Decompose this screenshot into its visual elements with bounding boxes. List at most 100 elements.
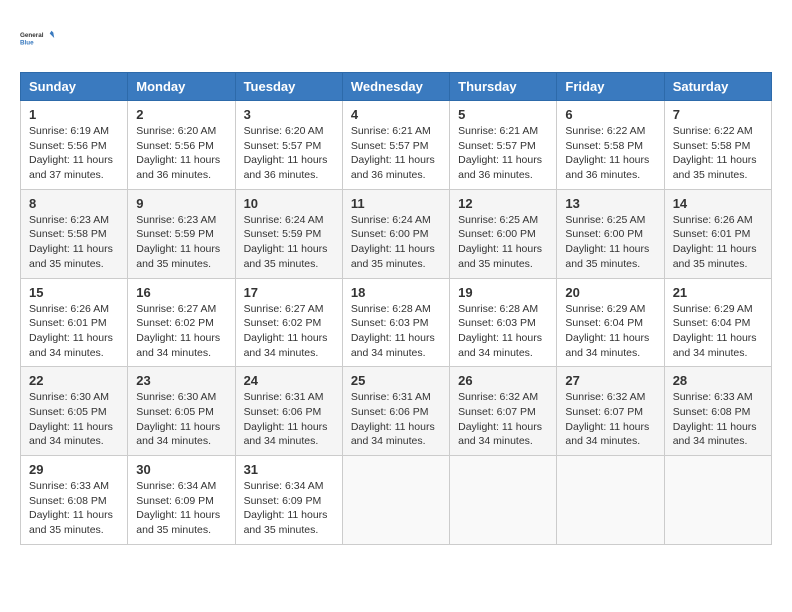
day-number: 5	[458, 107, 548, 122]
weekday-header-thursday: Thursday	[450, 73, 557, 101]
calendar-cell: 5 Sunrise: 6:21 AMSunset: 5:57 PMDaylight…	[450, 101, 557, 190]
weekday-header-monday: Monday	[128, 73, 235, 101]
calendar-cell: 1 Sunrise: 6:19 AMSunset: 5:56 PMDaylight…	[21, 101, 128, 190]
day-number: 3	[244, 107, 334, 122]
calendar-cell: 23Sunrise: 6:30 AMSunset: 6:05 PMDayligh…	[128, 367, 235, 456]
day-number: 10	[244, 196, 334, 211]
calendar-cell: 6Sunrise: 6:22 AMSunset: 5:58 PMDaylight…	[557, 101, 664, 190]
day-info: Sunrise: 6:34 AMSunset: 6:09 PMDaylight:…	[244, 479, 334, 538]
calendar-cell: 22 Sunrise: 6:30 AMSunset: 6:05 PMDayligh…	[21, 367, 128, 456]
calendar-cell: 25 Sunrise: 6:31 AMSunset: 6:06 PMDayligh…	[342, 367, 449, 456]
day-number: 8	[29, 196, 119, 211]
calendar-cell: 31 Sunrise: 6:34 AMSunset: 6:09 PMDayligh…	[235, 456, 342, 545]
svg-text:General: General	[20, 32, 44, 39]
calendar-header-row: SundayMondayTuesdayWednesdayThursdayFrid…	[21, 73, 772, 101]
day-info: Sunrise: 6:21 AMSunset: 5:57 PMDaylight:…	[458, 124, 548, 183]
day-number: 26	[458, 373, 548, 388]
day-number: 29	[29, 462, 119, 477]
calendar-cell: 26 Sunrise: 6:32 AMSunset: 6:07 PMDayligh…	[450, 367, 557, 456]
day-info: Sunrise: 6:27 AMSunset: 6:02 PMDaylight:…	[244, 302, 334, 361]
day-info: Sunrise: 6:34 AMSunset: 6:09 PMDaylight:…	[136, 479, 226, 538]
day-number: 31	[244, 462, 334, 477]
day-number: 2	[136, 107, 226, 122]
logo: General Blue	[20, 20, 56, 56]
day-info: Sunrise: 6:29 AMSunset: 6:04 PMDaylight:…	[673, 302, 763, 361]
day-number: 27	[565, 373, 655, 388]
day-number: 7	[673, 107, 763, 122]
calendar-cell: 20 Sunrise: 6:29 AMSunset: 6:04 PMDayligh…	[557, 278, 664, 367]
day-info: Sunrise: 6:32 AMSunset: 6:07 PMDaylight:…	[565, 390, 655, 449]
day-info: Sunrise: 6:28 AMSunset: 6:03 PMDaylight:…	[458, 302, 548, 361]
calendar-cell: 7 Sunrise: 6:22 AMSunset: 5:58 PMDaylight…	[664, 101, 771, 190]
calendar-cell: 13 Sunrise: 6:25 AMSunset: 6:00 PMDayligh…	[557, 189, 664, 278]
day-number: 30	[136, 462, 226, 477]
calendar-cell	[342, 456, 449, 545]
calendar-cell: 16 Sunrise: 6:27 AMSunset: 6:02 PMDayligh…	[128, 278, 235, 367]
day-info: Sunrise: 6:23 AMSunset: 5:58 PMDaylight:…	[29, 213, 119, 272]
calendar-week-4: 22 Sunrise: 6:30 AMSunset: 6:05 PMDayligh…	[21, 367, 772, 456]
logo-icon: General Blue	[20, 20, 56, 56]
day-number: 15	[29, 285, 119, 300]
day-number: 25	[351, 373, 441, 388]
calendar-table: SundayMondayTuesdayWednesdayThursdayFrid…	[20, 72, 772, 545]
weekday-header-sunday: Sunday	[21, 73, 128, 101]
day-number: 22	[29, 373, 119, 388]
day-number: 13	[565, 196, 655, 211]
day-info: Sunrise: 6:27 AMSunset: 6:02 PMDaylight:…	[136, 302, 226, 361]
calendar-week-3: 15Sunrise: 6:26 AMSunset: 6:01 PMDayligh…	[21, 278, 772, 367]
day-number: 16	[136, 285, 226, 300]
calendar-week-2: 8 Sunrise: 6:23 AMSunset: 5:58 PMDaylight…	[21, 189, 772, 278]
day-number: 9	[136, 196, 226, 211]
day-info: Sunrise: 6:26 AMSunset: 6:01 PMDaylight:…	[673, 213, 763, 272]
day-number: 18	[351, 285, 441, 300]
day-info: Sunrise: 6:28 AMSunset: 6:03 PMDaylight:…	[351, 302, 441, 361]
calendar-cell: 3Sunrise: 6:20 AMSunset: 5:57 PMDaylight…	[235, 101, 342, 190]
calendar-cell: 18 Sunrise: 6:28 AMSunset: 6:03 PMDayligh…	[342, 278, 449, 367]
day-info: Sunrise: 6:33 AMSunset: 6:08 PMDaylight:…	[673, 390, 763, 449]
day-info: Sunrise: 6:31 AMSunset: 6:06 PMDaylight:…	[244, 390, 334, 449]
day-info: Sunrise: 6:33 AMSunset: 6:08 PMDaylight:…	[29, 479, 119, 538]
day-info: Sunrise: 6:32 AMSunset: 6:07 PMDaylight:…	[458, 390, 548, 449]
day-info: Sunrise: 6:24 AMSunset: 5:59 PMDaylight:…	[244, 213, 334, 272]
calendar-cell: 24 Sunrise: 6:31 AMSunset: 6:06 PMDayligh…	[235, 367, 342, 456]
calendar-cell	[450, 456, 557, 545]
svg-text:Blue: Blue	[20, 39, 34, 46]
weekday-header-tuesday: Tuesday	[235, 73, 342, 101]
calendar-cell: 2 Sunrise: 6:20 AMSunset: 5:56 PMDaylight…	[128, 101, 235, 190]
calendar-week-5: 29 Sunrise: 6:33 AMSunset: 6:08 PMDayligh…	[21, 456, 772, 545]
day-info: Sunrise: 6:30 AMSunset: 6:05 PMDaylight:…	[29, 390, 119, 449]
day-info: Sunrise: 6:25 AMSunset: 6:00 PMDaylight:…	[458, 213, 548, 272]
day-number: 20	[565, 285, 655, 300]
calendar-cell: 9 Sunrise: 6:23 AMSunset: 5:59 PMDaylight…	[128, 189, 235, 278]
calendar-cell	[557, 456, 664, 545]
day-info: Sunrise: 6:22 AMSunset: 5:58 PMDaylight:…	[673, 124, 763, 183]
day-number: 14	[673, 196, 763, 211]
weekday-header-friday: Friday	[557, 73, 664, 101]
calendar-cell: 21Sunrise: 6:29 AMSunset: 6:04 PMDayligh…	[664, 278, 771, 367]
day-info: Sunrise: 6:31 AMSunset: 6:06 PMDaylight:…	[351, 390, 441, 449]
day-number: 24	[244, 373, 334, 388]
calendar-body: 1 Sunrise: 6:19 AMSunset: 5:56 PMDaylight…	[21, 101, 772, 545]
calendar-cell: 19Sunrise: 6:28 AMSunset: 6:03 PMDayligh…	[450, 278, 557, 367]
day-number: 17	[244, 285, 334, 300]
calendar-cell: 12 Sunrise: 6:25 AMSunset: 6:00 PMDayligh…	[450, 189, 557, 278]
calendar-cell: 28 Sunrise: 6:33 AMSunset: 6:08 PMDayligh…	[664, 367, 771, 456]
day-number: 1	[29, 107, 119, 122]
calendar-cell: 4 Sunrise: 6:21 AMSunset: 5:57 PMDaylight…	[342, 101, 449, 190]
day-number: 12	[458, 196, 548, 211]
day-info: Sunrise: 6:19 AMSunset: 5:56 PMDaylight:…	[29, 124, 119, 183]
day-info: Sunrise: 6:29 AMSunset: 6:04 PMDaylight:…	[565, 302, 655, 361]
calendar-cell: 27 Sunrise: 6:32 AMSunset: 6:07 PMDayligh…	[557, 367, 664, 456]
day-info: Sunrise: 6:23 AMSunset: 5:59 PMDaylight:…	[136, 213, 226, 272]
day-info: Sunrise: 6:21 AMSunset: 5:57 PMDaylight:…	[351, 124, 441, 183]
weekday-header-wednesday: Wednesday	[342, 73, 449, 101]
day-number: 28	[673, 373, 763, 388]
calendar-cell: 14 Sunrise: 6:26 AMSunset: 6:01 PMDayligh…	[664, 189, 771, 278]
day-number: 4	[351, 107, 441, 122]
day-info: Sunrise: 6:20 AMSunset: 5:56 PMDaylight:…	[136, 124, 226, 183]
calendar-cell: 29 Sunrise: 6:33 AMSunset: 6:08 PMDayligh…	[21, 456, 128, 545]
day-number: 11	[351, 196, 441, 211]
calendar-cell: 11Sunrise: 6:24 AMSunset: 6:00 PMDayligh…	[342, 189, 449, 278]
day-number: 23	[136, 373, 226, 388]
day-info: Sunrise: 6:25 AMSunset: 6:00 PMDaylight:…	[565, 213, 655, 272]
